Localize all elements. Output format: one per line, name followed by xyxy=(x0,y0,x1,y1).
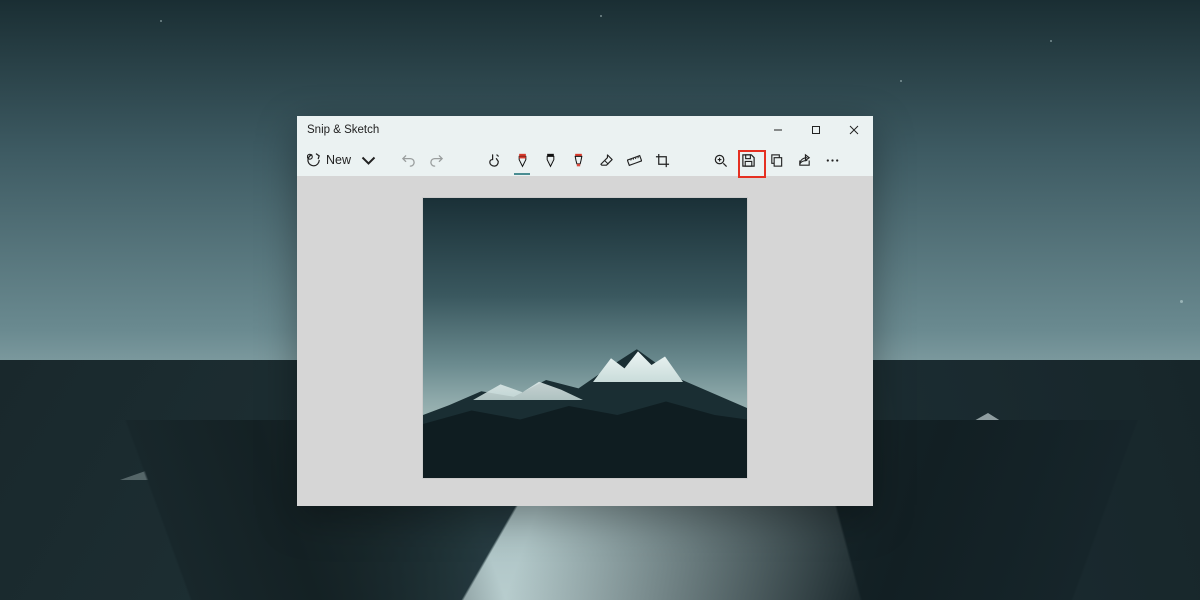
ballpoint-pen-icon xyxy=(515,153,530,168)
close-icon xyxy=(849,125,859,135)
snip-and-sketch-window: Snip & Sketch New xyxy=(297,116,873,506)
window-controls xyxy=(759,116,873,144)
touch-writing-icon xyxy=(487,153,502,168)
minimize-icon xyxy=(773,125,783,135)
eraser-icon xyxy=(599,153,614,168)
canvas-area[interactable] xyxy=(297,176,873,506)
ruler-button[interactable] xyxy=(620,146,648,174)
maximize-icon xyxy=(811,125,821,135)
ruler-icon xyxy=(627,153,642,168)
zoom-icon xyxy=(713,153,728,168)
active-tool-underline xyxy=(514,173,530,175)
share-button[interactable] xyxy=(790,146,818,174)
save-button[interactable] xyxy=(734,146,762,174)
pencil-icon xyxy=(543,153,558,168)
share-icon xyxy=(797,153,812,168)
crop-button[interactable] xyxy=(648,146,676,174)
redo-button[interactable] xyxy=(422,146,450,174)
more-button[interactable] xyxy=(818,146,846,174)
new-snip-icon xyxy=(307,153,322,168)
minimize-button[interactable] xyxy=(759,116,797,144)
pencil-button[interactable] xyxy=(536,146,564,174)
save-icon xyxy=(741,153,756,168)
redo-icon xyxy=(429,153,444,168)
highlighter-button[interactable] xyxy=(564,146,592,174)
copy-icon xyxy=(769,153,784,168)
title-bar[interactable]: Snip & Sketch xyxy=(297,116,873,144)
crop-icon xyxy=(655,153,670,168)
undo-icon xyxy=(401,153,416,168)
window-title: Snip & Sketch xyxy=(297,124,759,136)
close-button[interactable] xyxy=(835,116,873,144)
ballpoint-pen-button[interactable] xyxy=(508,146,536,174)
maximize-button[interactable] xyxy=(797,116,835,144)
toolbar: New xyxy=(297,144,873,176)
new-snip-label: New xyxy=(326,153,351,167)
highlighter-icon xyxy=(571,153,586,168)
undo-button[interactable] xyxy=(394,146,422,174)
new-snip-button[interactable]: New xyxy=(303,146,357,174)
chevron-down-icon xyxy=(361,153,376,168)
zoom-button[interactable] xyxy=(706,146,734,174)
touch-writing-button[interactable] xyxy=(480,146,508,174)
eraser-button[interactable] xyxy=(592,146,620,174)
new-snip-dropdown[interactable] xyxy=(357,146,380,174)
more-icon xyxy=(825,153,840,168)
copy-button[interactable] xyxy=(762,146,790,174)
captured-snip-image[interactable] xyxy=(423,198,747,478)
